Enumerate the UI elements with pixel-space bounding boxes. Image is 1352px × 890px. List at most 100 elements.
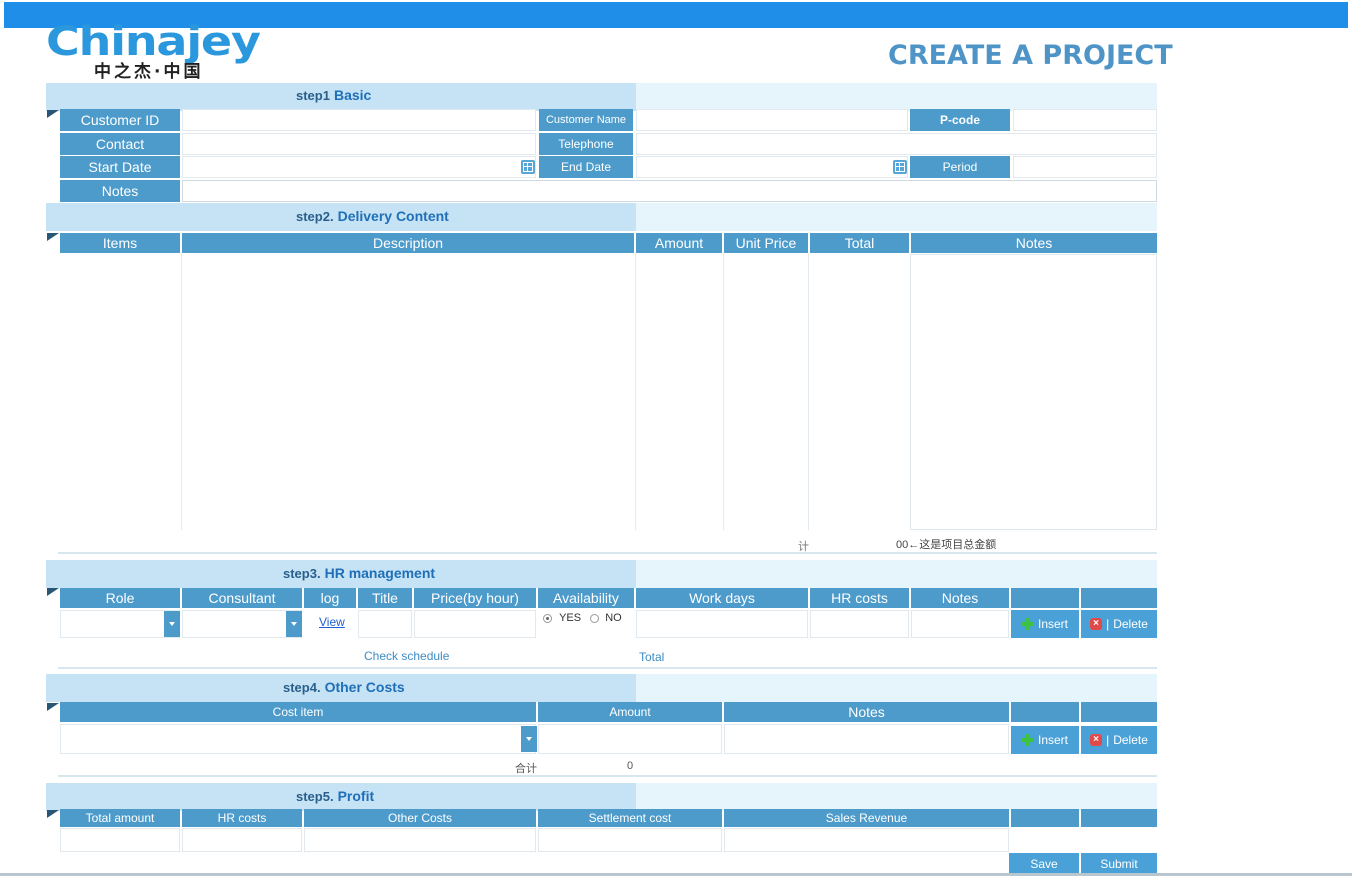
step2-band: step2. Delivery Content <box>46 203 1157 231</box>
col-hr-costs: HR costs <box>810 588 909 608</box>
pcode-input[interactable] <box>1013 109 1157 131</box>
consultant-select[interactable] <box>182 610 302 638</box>
col-settlement-cost: Settlement cost <box>538 809 722 827</box>
header-filler <box>1011 588 1079 608</box>
chevron-down-icon[interactable] <box>521 726 537 752</box>
title-input[interactable] <box>358 610 412 638</box>
corner-marker <box>47 110 59 118</box>
view-log-link[interactable]: View <box>319 615 345 629</box>
corner-marker <box>47 233 59 241</box>
cost-notes-input[interactable] <box>724 724 1009 754</box>
col-log: log <box>304 588 356 608</box>
calendar-icon[interactable] <box>893 160 907 174</box>
step2-title: step2. Delivery Content <box>296 208 449 224</box>
pcode-label: P-code <box>910 109 1010 131</box>
header-filler <box>1081 588 1157 608</box>
customer-name-input[interactable] <box>636 109 908 131</box>
step3-band: step3. HR management <box>46 560 1157 588</box>
customer-name-label: Customer Name <box>539 109 633 131</box>
no-radio[interactable] <box>590 613 600 623</box>
notes-label: Notes <box>60 180 180 202</box>
step3-title: step3. HR management <box>283 565 436 581</box>
col-work-days: Work days <box>636 588 808 608</box>
col-availability: Availability <box>538 588 634 608</box>
telephone-input[interactable] <box>636 133 1157 155</box>
header-filler <box>1081 809 1157 827</box>
save-button[interactable]: Save <box>1009 853 1079 875</box>
hr-notes-input[interactable] <box>911 610 1009 638</box>
submit-button[interactable]: Submit <box>1081 853 1157 875</box>
col-total-amount: Total amount <box>60 809 180 827</box>
col-total: Total <box>810 233 909 253</box>
role-select[interactable] <box>60 610 180 638</box>
calendar-icon[interactable] <box>521 160 535 174</box>
chevron-down-icon[interactable] <box>164 611 180 637</box>
delivery-total-value: 00←这是项目总金额 <box>896 539 997 551</box>
total-amount-field <box>60 828 180 852</box>
col-profit-hr-costs: HR costs <box>182 809 302 827</box>
col-amount: Amount <box>636 233 722 253</box>
page-title: CREATE A PROJECT <box>888 40 1173 71</box>
step4-band: step4. Other Costs <box>46 674 1157 702</box>
step5-title: step5. Profit <box>296 788 375 804</box>
delivery-notes-area[interactable] <box>910 254 1157 530</box>
step1-band: step1 Basic <box>46 83 1157 111</box>
close-icon: × <box>1090 734 1103 746</box>
step5-band: step5. Profit <box>46 783 1157 811</box>
end-date-input[interactable] <box>636 156 908 178</box>
period-label: Period <box>910 156 1010 178</box>
check-schedule-label[interactable]: Check schedule <box>364 649 449 663</box>
start-date-input[interactable] <box>182 156 536 178</box>
logo: Chinajey 中之杰·中国 <box>46 22 306 82</box>
start-date-label: Start Date <box>60 156 180 178</box>
sales-revenue-field <box>724 828 1009 852</box>
hr-total-label: Total <box>639 650 665 664</box>
col-cost-amount: Amount <box>538 702 722 722</box>
yes-radio[interactable] <box>543 613 552 623</box>
col-consultant: Consultant <box>182 588 302 608</box>
header-filler <box>1081 702 1157 722</box>
close-icon: × <box>1090 618 1103 630</box>
insert-button[interactable]: Insert <box>1011 726 1079 754</box>
header-filler <box>1011 702 1079 722</box>
yes-label: YES <box>559 612 582 624</box>
col-title: Title <box>358 588 412 608</box>
bottom-divider <box>0 873 1352 876</box>
availability-radios: YES NO <box>543 612 622 624</box>
col-cost-item: Cost item <box>60 702 536 722</box>
cost-item-select[interactable] <box>60 724 536 754</box>
logo-text: Chinajey <box>46 19 261 65</box>
logo-subtext: 中之杰·中国 <box>94 62 204 82</box>
plus-icon <box>1021 734 1034 746</box>
end-date-label: End Date <box>539 156 633 178</box>
chevron-down-icon[interactable] <box>286 611 302 637</box>
contact-label: Contact <box>60 133 180 155</box>
contact-input[interactable] <box>182 133 536 155</box>
telephone-label: Telephone <box>539 133 633 155</box>
col-price-by-hour: Price(by hour) <box>414 588 536 608</box>
col-profit-other-costs: Other Costs <box>304 809 536 827</box>
col-hr-notes: Notes <box>911 588 1009 608</box>
price-input[interactable] <box>414 610 536 638</box>
step1-title: step1 Basic <box>296 87 372 103</box>
hr-costs-input[interactable] <box>810 610 909 638</box>
cost-amount-input[interactable] <box>538 724 722 754</box>
customer-id-input[interactable] <box>182 109 536 131</box>
no-label: NO <box>605 612 622 624</box>
work-days-input[interactable] <box>636 610 808 638</box>
step4-title: step4. Other Costs <box>283 679 405 695</box>
notes-input[interactable] <box>182 180 1157 202</box>
plus-icon <box>1021 618 1034 630</box>
profit-other-costs-field <box>304 828 536 852</box>
customer-id-label: Customer ID <box>60 109 180 131</box>
corner-marker <box>47 810 59 818</box>
col-items: Items <box>60 233 180 253</box>
period-input[interactable] <box>1013 156 1157 178</box>
delete-button[interactable]: × | Delete <box>1081 610 1157 638</box>
delete-button[interactable]: × | Delete <box>1081 726 1157 754</box>
col-notes: Notes <box>911 233 1157 253</box>
col-unit-price: Unit Price <box>724 233 808 253</box>
col-role: Role <box>60 588 180 608</box>
insert-button[interactable]: Insert <box>1011 610 1079 638</box>
other-costs-sum-value: 0 <box>627 760 634 772</box>
